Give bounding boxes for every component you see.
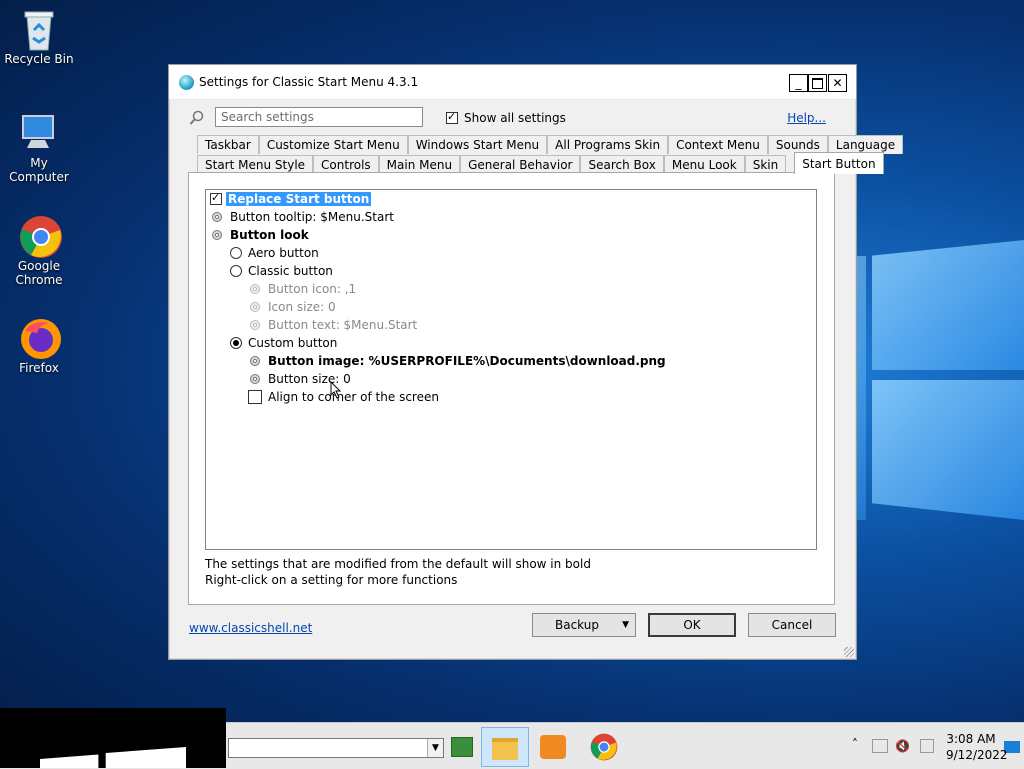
ok-label: OK (683, 618, 701, 632)
setting-aero-button[interactable]: Aero button (230, 244, 319, 262)
backup-label: Backup (555, 618, 599, 632)
setting-align-to-corner[interactable]: Align to corner of the screen (248, 388, 439, 406)
checkbox-checked[interactable] (446, 110, 458, 124)
setting-button-text: Button text: $Menu.Start (248, 316, 417, 334)
gear-icon (210, 210, 224, 224)
setting-label: Aero button (248, 246, 319, 260)
tab-windows-start-menu[interactable]: Windows Start Menu (407, 135, 548, 154)
setting-label: Button look (230, 228, 309, 242)
tray-chevron-icon[interactable]: ˄ (852, 737, 858, 751)
close-button[interactable]: ✕ (828, 74, 847, 92)
clock-date: 9/12/2022 (946, 748, 1008, 762)
setting-custom-button[interactable]: Custom button (230, 334, 337, 352)
desktop-icon-label: Recycle Bin (4, 52, 74, 66)
tab-context-menu[interactable]: Context Menu (668, 135, 768, 154)
taskbar-input[interactable]: ▼ (228, 738, 444, 758)
taskbar-chrome-icon[interactable] (590, 733, 618, 764)
help-link[interactable]: Help... (787, 111, 826, 125)
setting-label: Replace Start button (226, 192, 372, 206)
desktop-icon-firefox[interactable]: Firefox (1, 317, 77, 375)
folder-icon (492, 738, 518, 760)
media-player-icon[interactable] (540, 735, 566, 759)
cancel-button[interactable]: Cancel (748, 613, 836, 637)
clock[interactable]: 3:08 AM 9/12/2022 (946, 731, 1008, 763)
tab-taskbar[interactable]: Taskbar (197, 135, 259, 154)
dropdown-arrow-icon[interactable]: ▼ (427, 739, 443, 757)
checkbox-checked[interactable] (210, 191, 222, 205)
gear-icon (248, 282, 262, 296)
start-button[interactable] (0, 708, 226, 768)
search-icon (189, 110, 207, 128)
minimize-button[interactable]: _ (789, 74, 808, 92)
setting-button-image[interactable]: Button image: %USERPROFILE%\Documents\do… (248, 352, 666, 370)
setting-label: Button text: $Menu.Start (268, 318, 418, 332)
tab-customize-start-menu[interactable]: Customize Start Menu (258, 135, 408, 154)
tab-start-button[interactable]: Start Button (794, 152, 884, 174)
desktop-icon-recycle-bin[interactable]: Recycle Bin (1, 8, 77, 66)
backup-button[interactable]: Backup ▼ (532, 613, 636, 637)
resize-grip-icon[interactable] (844, 647, 854, 657)
flag-icon[interactable] (920, 739, 934, 753)
firefox-icon (19, 317, 61, 359)
clock-time: 3:08 AM (946, 732, 996, 746)
maximize-icon (812, 77, 823, 89)
radio-unselected[interactable] (230, 247, 242, 259)
setting-classic-button[interactable]: Classic button (230, 262, 333, 280)
setting-button-icon: Button icon: ,1 (248, 280, 356, 298)
desktop-icon-label: My Computer (9, 156, 69, 184)
title-bar[interactable]: Settings for Classic Start Menu 4.3.1 _ … (169, 65, 856, 100)
classic-shell-icon (179, 75, 194, 90)
desktop-icon-my-computer[interactable]: My Computer (1, 112, 77, 184)
settings-window: Settings for Classic Start Menu 4.3.1 _ … (168, 64, 904, 660)
note-bold-settings: The settings that are modified from the … (205, 557, 591, 571)
setting-label: Button icon: ,1 (268, 282, 357, 296)
setting-button-tooltip[interactable]: Button tooltip: $Menu.Start (210, 208, 394, 226)
desktop-icon-google-chrome[interactable]: Google Chrome (1, 215, 77, 287)
maximize-button[interactable] (808, 74, 827, 92)
ok-button[interactable]: OK (648, 613, 736, 637)
tab-panel: Replace Start button Button tooltip: $Me… (188, 172, 835, 605)
chrome-icon (19, 215, 62, 258)
setting-label: Custom button (248, 336, 338, 350)
setting-label: Button image: %USERPROFILE%\Documents\do… (268, 354, 666, 368)
gear-icon (210, 228, 224, 242)
radio-selected[interactable] (230, 337, 242, 349)
windows-logo-icon (40, 747, 186, 768)
volume-muted-icon[interactable]: 🔇 (895, 739, 910, 753)
recycle-bin-icon (19, 8, 59, 51)
settings-tree[interactable]: Replace Start button Button tooltip: $Me… (205, 189, 817, 550)
setting-label: Icon size: 0 (268, 300, 336, 314)
window-title: Settings for Classic Start Menu 4.3.1 (199, 75, 419, 89)
gear-icon (248, 354, 262, 368)
gear-icon (248, 300, 262, 314)
desktop-wallpaper-logo (850, 240, 1024, 540)
taskbar-file-explorer[interactable] (481, 727, 529, 767)
show-all-settings-checkbox[interactable]: Show all settings (446, 110, 566, 125)
network-icon[interactable] (872, 739, 888, 753)
setting-label: Classic button (248, 264, 333, 278)
desktop-icon-label: Google Chrome (15, 259, 63, 287)
radio-unselected[interactable] (230, 265, 242, 277)
setting-label: Align to corner of the screen (268, 390, 439, 404)
setting-button-look[interactable]: Button look (210, 226, 309, 244)
search-input[interactable] (215, 107, 423, 127)
desktop-icon-label: Firefox (19, 361, 59, 375)
cancel-label: Cancel (771, 618, 813, 632)
checkbox-unchecked[interactable] (248, 390, 262, 404)
refresh-icon[interactable] (451, 737, 473, 757)
tab-all-programs-skin[interactable]: All Programs Skin (547, 135, 669, 154)
classicshell-website-link[interactable]: www.classicshell.net (189, 621, 312, 635)
dropdown-arrow-icon: ▼ (622, 620, 629, 630)
gear-icon (248, 318, 262, 332)
setting-label: Button tooltip: $Menu.Start (230, 210, 394, 224)
gear-icon (248, 372, 262, 386)
mouse-cursor-icon (330, 380, 342, 402)
computer-icon (19, 112, 59, 152)
setting-replace-start-button[interactable]: Replace Start button (210, 190, 372, 208)
setting-icon-size: Icon size: 0 (248, 298, 336, 316)
show-all-label: Show all settings (464, 111, 566, 125)
note-right-click: Right-click on a setting for more functi… (205, 573, 458, 587)
